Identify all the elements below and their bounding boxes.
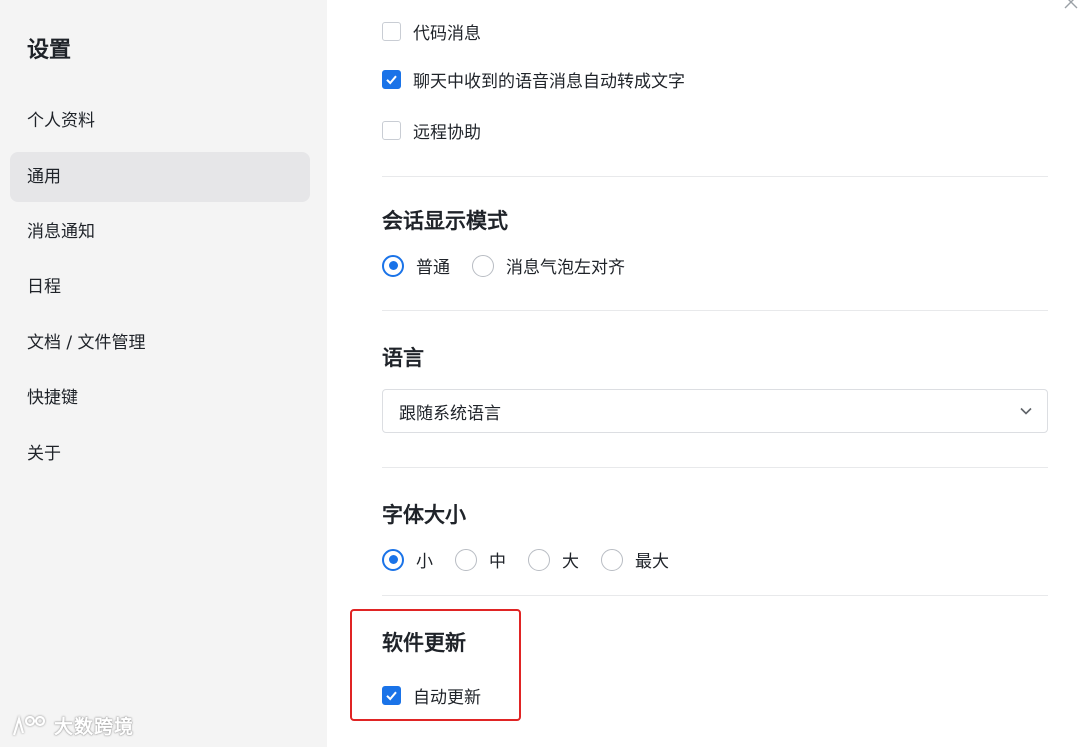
sidebar-title: 设置 (27, 38, 72, 63)
radio[interactable] (472, 254, 494, 277)
radio[interactable] (455, 548, 477, 571)
divider (382, 310, 1048, 311)
radio[interactable] (528, 548, 550, 571)
sidebar-item-general[interactable]: 通用 (10, 152, 310, 202)
radio-option-medium[interactable]: 中 (455, 547, 506, 572)
radio-label: 最大 (635, 552, 669, 572)
divider (382, 595, 1048, 596)
checkbox[interactable] (382, 121, 401, 140)
radio[interactable] (601, 548, 623, 571)
radio-label: 中 (489, 552, 506, 572)
sidebar-item-calendar[interactable]: 日程 (10, 262, 310, 312)
option-remote-assist[interactable]: 远程协助 (382, 118, 481, 143)
option-voice-to-text[interactable]: 聊天中收到的语音消息自动转成文字 (382, 67, 685, 92)
radio-option-large[interactable]: 大 (528, 547, 579, 572)
watermark-logo-icon (12, 714, 46, 735)
radio-option-bubble-left[interactable]: 消息气泡左对齐 (472, 253, 625, 278)
section-title-conversation-mode: 会话显示模式 (382, 209, 508, 233)
sidebar-item-docs-files[interactable]: 文档 / 文件管理 (10, 318, 310, 368)
font-size-radio-group: 小 中 大 最大 (382, 547, 691, 572)
radio-option-small[interactable]: 小 (382, 547, 433, 572)
sidebar-item-profile[interactable]: 个人资料 (10, 96, 310, 146)
watermark-text: 大数跨境 (54, 716, 135, 738)
checkbox[interactable] (382, 22, 401, 41)
radio-label: 普通 (416, 258, 450, 278)
settings-main-panel: 代码消息 聊天中收到的语音消息自动转成文字 远程协助 会话显示模式 普通 消息气… (327, 0, 1080, 747)
language-select[interactable]: 跟随系统语言 (382, 389, 1048, 433)
radio-label: 消息气泡左对齐 (506, 258, 625, 278)
sidebar-item-notifications[interactable]: 消息通知 (10, 207, 310, 257)
option-label: 远程协助 (413, 123, 481, 143)
chevron-down-icon (1020, 407, 1032, 415)
radio-selected[interactable] (382, 254, 404, 277)
language-select-value: 跟随系统语言 (399, 403, 501, 424)
checkbox-checked[interactable] (382, 70, 401, 89)
radio-label: 大 (562, 552, 579, 572)
divider (382, 467, 1048, 468)
divider (382, 176, 1048, 177)
close-icon[interactable] (1064, 0, 1078, 9)
radio-label: 小 (416, 552, 433, 572)
section-title-language: 语言 (382, 346, 424, 370)
checkmark-icon (386, 75, 397, 85)
option-label: 代码消息 (413, 24, 481, 44)
section-title-font-size: 字体大小 (382, 503, 466, 527)
option-code-message[interactable]: 代码消息 (382, 19, 481, 44)
watermark: 大数跨境 (10, 712, 134, 739)
highlight-annotation-box (350, 609, 521, 721)
sidebar-item-shortcuts[interactable]: 快捷键 (10, 373, 310, 423)
conversation-mode-radio-group: 普通 消息气泡左对齐 (382, 253, 647, 278)
settings-sidebar: 设置 个人资料 通用 消息通知 日程 文档 / 文件管理 快捷键 关于 大数跨境 (0, 0, 327, 747)
option-label: 聊天中收到的语音消息自动转成文字 (413, 72, 685, 92)
radio-selected[interactable] (382, 548, 404, 571)
sidebar-item-about[interactable]: 关于 (10, 429, 310, 479)
radio-option-largest[interactable]: 最大 (601, 547, 669, 572)
radio-option-normal[interactable]: 普通 (382, 253, 450, 278)
